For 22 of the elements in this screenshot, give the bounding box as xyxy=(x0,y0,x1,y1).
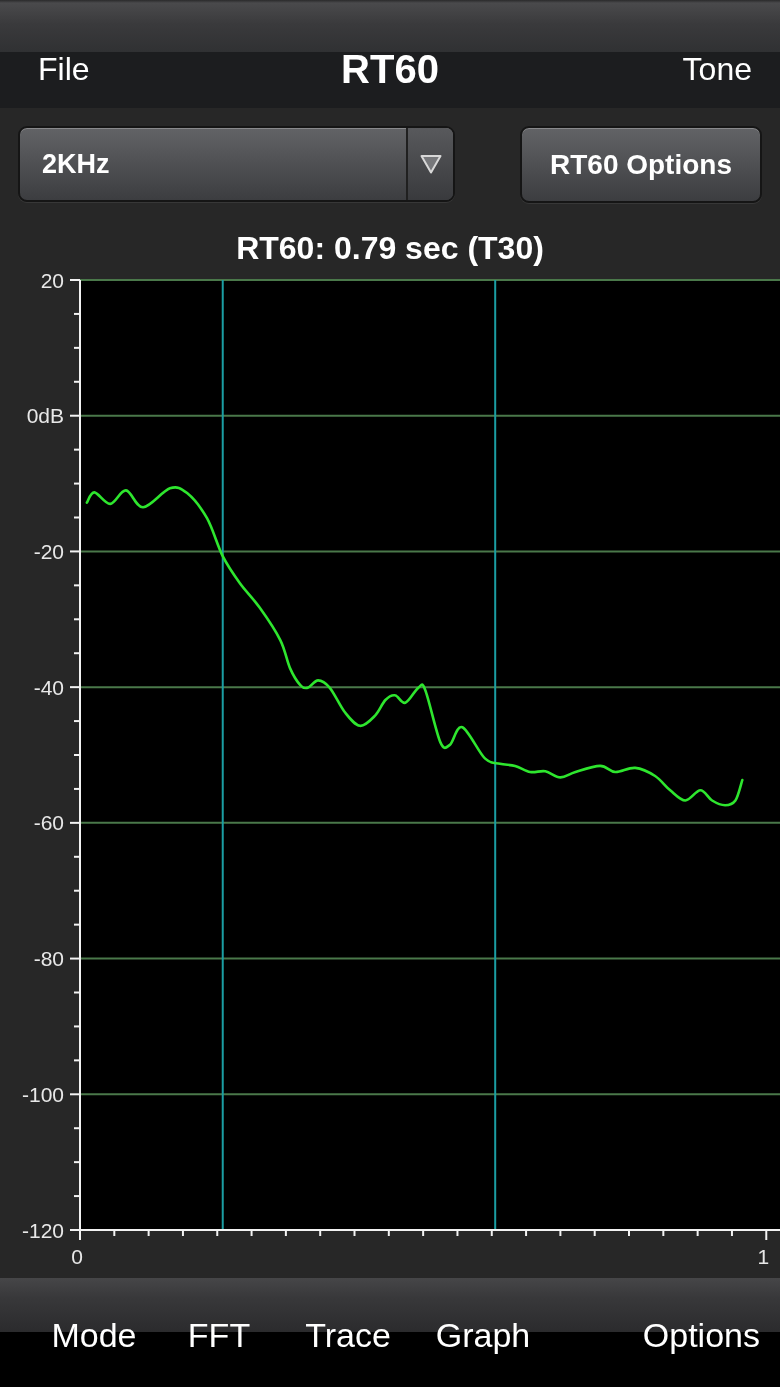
toolbar-tab[interactable]: Mode xyxy=(51,1314,137,1356)
x-axis-label: 0 xyxy=(71,1245,83,1268)
screen-title: RT60 xyxy=(341,48,439,90)
caret-icon xyxy=(419,154,442,174)
y-axis-label: -120 xyxy=(21,1218,64,1242)
y-axis-label: -40 xyxy=(33,675,64,699)
file-button[interactable]: File xyxy=(38,48,90,90)
y-axis-label: -60 xyxy=(33,811,64,835)
tone-button[interactable]: Tone xyxy=(682,48,752,90)
band-dropdown[interactable]: 2KHz xyxy=(18,126,455,202)
options-button[interactable]: RT60 Options xyxy=(520,126,762,203)
y-axis-label: 20 xyxy=(40,268,64,292)
y-axis-label: -20 xyxy=(33,539,64,563)
toolbar-tab[interactable]: FFT xyxy=(187,1314,251,1356)
x-axis-label: 1 xyxy=(757,1245,770,1268)
toolbar-tab[interactable]: Graph xyxy=(435,1314,531,1356)
toolbar-tab[interactable]: Trace xyxy=(305,1314,391,1356)
y-axis-label: -80 xyxy=(33,947,64,971)
y-axis-label: 0dB xyxy=(26,404,64,428)
y-axis-label: -100 xyxy=(21,1082,64,1106)
chart-title: RT60: 0.79 sec (T30) xyxy=(236,230,544,266)
toolbar-tab[interactable]: Options xyxy=(642,1314,760,1356)
